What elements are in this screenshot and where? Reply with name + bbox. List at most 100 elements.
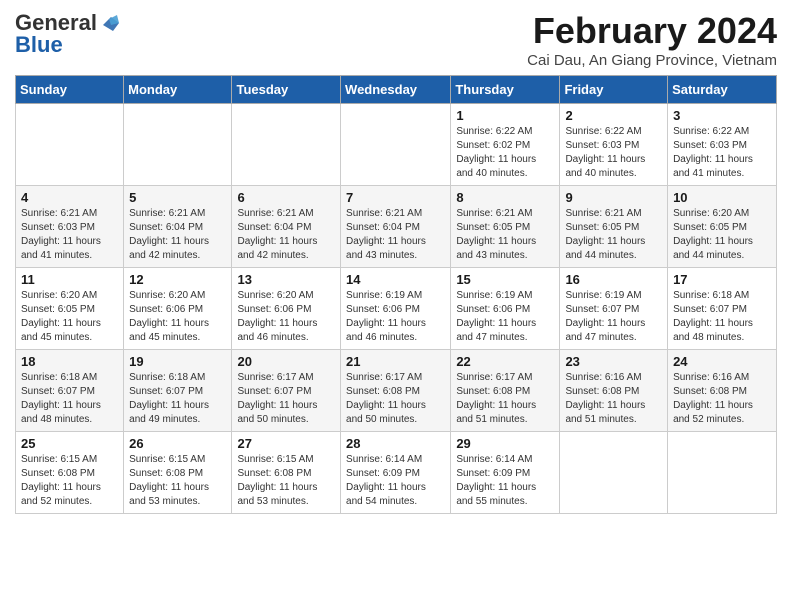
page-subtitle: Cai Dau, An Giang Province, Vietnam xyxy=(527,52,777,69)
day-number: 24 xyxy=(673,354,771,369)
table-row xyxy=(668,432,777,514)
table-row: 14Sunrise: 6:19 AMSunset: 6:06 PMDayligh… xyxy=(341,268,451,350)
day-info: Sunrise: 6:20 AMSunset: 6:05 PMDaylight:… xyxy=(21,289,118,345)
table-row: 9 Sunrise: 6:21 AMSunset: 6:05 PMDaylight… xyxy=(560,186,668,268)
day-number: 2 xyxy=(565,108,662,123)
day-info: Sunrise: 6:19 AMSunset: 6:06 PMDaylight:… xyxy=(346,289,445,345)
day-info: Sunrise: 6:16 AMSunset: 6:08 PMDaylight:… xyxy=(673,371,771,427)
col-wednesday: Wednesday xyxy=(341,76,451,104)
day-number: 7 xyxy=(346,190,445,205)
table-row: 2 Sunrise: 6:22 AMSunset: 6:03 PMDaylight… xyxy=(560,104,668,186)
table-row: 13Sunrise: 6:20 AMSunset: 6:06 PMDayligh… xyxy=(232,268,341,350)
day-info: Sunrise: 6:21 AMSunset: 6:05 PMDaylight:… xyxy=(456,207,554,263)
day-info: Sunrise: 6:18 AMSunset: 6:07 PMDaylight:… xyxy=(673,289,771,345)
day-info: Sunrise: 6:21 AMSunset: 6:04 PMDaylight:… xyxy=(129,207,226,263)
day-info: Sunrise: 6:21 AMSunset: 6:05 PMDaylight:… xyxy=(565,207,662,263)
table-row: 8 Sunrise: 6:21 AMSunset: 6:05 PMDaylight… xyxy=(451,186,560,268)
table-row xyxy=(560,432,668,514)
table-row: 29Sunrise: 6:14 AMSunset: 6:09 PMDayligh… xyxy=(451,432,560,514)
table-row: 21 Sunrise: 6:17 AMSunset: 6:08 PMDayligh… xyxy=(341,350,451,432)
table-row xyxy=(124,104,232,186)
day-number: 4 xyxy=(21,190,118,205)
day-number: 12 xyxy=(129,272,226,287)
col-monday: Monday xyxy=(124,76,232,104)
table-row: 19 Sunrise: 6:18 AMSunset: 6:07 PMDayligh… xyxy=(124,350,232,432)
table-row: 5 Sunrise: 6:21 AMSunset: 6:04 PMDaylight… xyxy=(124,186,232,268)
calendar-week-row: 18 Sunrise: 6:18 AMSunset: 6:07 PMDayligh… xyxy=(16,350,777,432)
day-info: Sunrise: 6:20 AMSunset: 6:05 PMDaylight:… xyxy=(673,207,771,263)
day-info: Sunrise: 6:17 AMSunset: 6:08 PMDaylight:… xyxy=(346,371,445,427)
table-row: 22Sunrise: 6:17 AMSunset: 6:08 PMDayligh… xyxy=(451,350,560,432)
day-info: Sunrise: 6:22 AMSunset: 6:03 PMDaylight:… xyxy=(565,125,662,181)
calendar-week-row: 4 Sunrise: 6:21 AMSunset: 6:03 PMDaylight… xyxy=(16,186,777,268)
day-info: Sunrise: 6:20 AMSunset: 6:06 PMDaylight:… xyxy=(129,289,226,345)
day-number: 11 xyxy=(21,272,118,287)
table-row: 16Sunrise: 6:19 AMSunset: 6:07 PMDayligh… xyxy=(560,268,668,350)
logo-blue: Blue xyxy=(15,32,63,58)
calendar-table: Sunday Monday Tuesday Wednesday Thursday… xyxy=(15,75,777,514)
day-number: 13 xyxy=(237,272,335,287)
day-info: Sunrise: 6:18 AMSunset: 6:07 PMDaylight:… xyxy=(21,371,118,427)
calendar-week-row: 25 Sunrise: 6:15 AMSunset: 6:08 PMDayligh… xyxy=(16,432,777,514)
day-info: Sunrise: 6:21 AMSunset: 6:04 PMDaylight:… xyxy=(237,207,335,263)
table-row: 17 Sunrise: 6:18 AMSunset: 6:07 PMDayligh… xyxy=(668,268,777,350)
col-tuesday: Tuesday xyxy=(232,76,341,104)
day-number: 21 xyxy=(346,354,445,369)
day-info: Sunrise: 6:16 AMSunset: 6:08 PMDaylight:… xyxy=(565,371,662,427)
table-row xyxy=(232,104,341,186)
day-number: 10 xyxy=(673,190,771,205)
day-info: Sunrise: 6:19 AMSunset: 6:06 PMDaylight:… xyxy=(456,289,554,345)
day-number: 23 xyxy=(565,354,662,369)
calendar-week-row: 1Sunrise: 6:22 AMSunset: 6:02 PMDaylight… xyxy=(16,104,777,186)
day-number: 8 xyxy=(456,190,554,205)
day-number: 25 xyxy=(21,436,118,451)
day-number: 17 xyxy=(673,272,771,287)
day-number: 6 xyxy=(237,190,335,205)
table-row: 11 Sunrise: 6:20 AMSunset: 6:05 PMDayligh… xyxy=(16,268,124,350)
day-info: Sunrise: 6:15 AMSunset: 6:08 PMDaylight:… xyxy=(21,453,118,509)
day-number: 18 xyxy=(21,354,118,369)
page-header: General Blue February 2024 Cai Dau, An G… xyxy=(15,10,777,69)
day-info: Sunrise: 6:14 AMSunset: 6:09 PMDaylight:… xyxy=(456,453,554,509)
table-row: 24 Sunrise: 6:16 AMSunset: 6:08 PMDayligh… xyxy=(668,350,777,432)
col-friday: Friday xyxy=(560,76,668,104)
table-row: 6 Sunrise: 6:21 AMSunset: 6:04 PMDaylight… xyxy=(232,186,341,268)
table-row xyxy=(341,104,451,186)
day-number: 28 xyxy=(346,436,445,451)
table-row: 26Sunrise: 6:15 AMSunset: 6:08 PMDayligh… xyxy=(124,432,232,514)
day-info: Sunrise: 6:21 AMSunset: 6:04 PMDaylight:… xyxy=(346,207,445,263)
table-row: 4 Sunrise: 6:21 AMSunset: 6:03 PMDaylight… xyxy=(16,186,124,268)
calendar-week-row: 11 Sunrise: 6:20 AMSunset: 6:05 PMDayligh… xyxy=(16,268,777,350)
logo-bird-icon xyxy=(99,13,121,33)
day-info: Sunrise: 6:22 AMSunset: 6:03 PMDaylight:… xyxy=(673,125,771,181)
day-info: Sunrise: 6:18 AMSunset: 6:07 PMDaylight:… xyxy=(129,371,226,427)
table-row: 10 Sunrise: 6:20 AMSunset: 6:05 PMDayligh… xyxy=(668,186,777,268)
day-info: Sunrise: 6:17 AMSunset: 6:07 PMDaylight:… xyxy=(237,371,335,427)
day-number: 20 xyxy=(237,354,335,369)
day-number: 9 xyxy=(565,190,662,205)
table-row: 7 Sunrise: 6:21 AMSunset: 6:04 PMDaylight… xyxy=(341,186,451,268)
table-row: 18 Sunrise: 6:18 AMSunset: 6:07 PMDayligh… xyxy=(16,350,124,432)
table-row: 25 Sunrise: 6:15 AMSunset: 6:08 PMDayligh… xyxy=(16,432,124,514)
day-number: 3 xyxy=(673,108,771,123)
logo: General Blue xyxy=(15,10,121,58)
table-row: 28Sunrise: 6:14 AMSunset: 6:09 PMDayligh… xyxy=(341,432,451,514)
table-row: 27Sunrise: 6:15 AMSunset: 6:08 PMDayligh… xyxy=(232,432,341,514)
day-info: Sunrise: 6:17 AMSunset: 6:08 PMDaylight:… xyxy=(456,371,554,427)
table-row: 20 Sunrise: 6:17 AMSunset: 6:07 PMDayligh… xyxy=(232,350,341,432)
day-number: 5 xyxy=(129,190,226,205)
table-row: 12 Sunrise: 6:20 AMSunset: 6:06 PMDayligh… xyxy=(124,268,232,350)
title-area: February 2024 Cai Dau, An Giang Province… xyxy=(527,10,777,69)
table-row: 3 Sunrise: 6:22 AMSunset: 6:03 PMDaylight… xyxy=(668,104,777,186)
day-number: 19 xyxy=(129,354,226,369)
day-number: 27 xyxy=(237,436,335,451)
calendar-header-row: Sunday Monday Tuesday Wednesday Thursday… xyxy=(16,76,777,104)
day-info: Sunrise: 6:21 AMSunset: 6:03 PMDaylight:… xyxy=(21,207,118,263)
table-row: 23 Sunrise: 6:16 AMSunset: 6:08 PMDayligh… xyxy=(560,350,668,432)
col-thursday: Thursday xyxy=(451,76,560,104)
col-saturday: Saturday xyxy=(668,76,777,104)
day-number: 15 xyxy=(456,272,554,287)
col-sunday: Sunday xyxy=(16,76,124,104)
day-number: 16 xyxy=(565,272,662,287)
day-number: 26 xyxy=(129,436,226,451)
